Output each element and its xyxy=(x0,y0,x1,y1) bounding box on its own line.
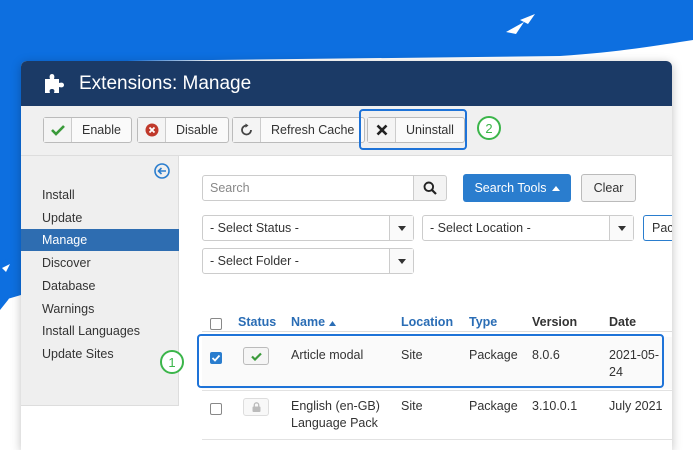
title-bar: Extensions: Manage xyxy=(21,61,672,106)
caret-down-icon xyxy=(609,216,633,240)
disable-label: Disable xyxy=(176,123,218,137)
column-header-status[interactable]: Status xyxy=(238,315,276,329)
type-filter-select[interactable]: Pac xyxy=(643,215,672,241)
sidebar-item-discover[interactable]: Discover xyxy=(21,252,179,274)
refresh-cache-button[interactable]: Refresh Cache xyxy=(232,117,366,143)
search-input[interactable]: Search xyxy=(202,175,414,201)
row-checkbox[interactable] xyxy=(210,403,222,415)
folder-filter-select[interactable]: - Select Folder - xyxy=(202,248,414,274)
toolbar: Enable Disable Refresh Cache Uninstall xyxy=(21,106,672,156)
sidebar-item-warnings[interactable]: Warnings xyxy=(21,298,179,320)
row-version: 3.10.0.1 xyxy=(532,399,578,413)
status-filter-value: - Select Status - xyxy=(210,221,299,235)
uninstall-highlight xyxy=(359,109,467,150)
column-header-version: Version xyxy=(532,315,578,329)
search-button[interactable] xyxy=(413,175,447,201)
row-location: Site xyxy=(401,399,423,413)
row-name[interactable]: English (en-GB) Language Pack xyxy=(291,398,380,432)
refresh-cache-label: Refresh Cache xyxy=(271,123,355,137)
column-header-type[interactable]: Type xyxy=(469,315,497,329)
column-header-date: Date xyxy=(609,315,637,329)
enable-label: Enable xyxy=(82,123,121,137)
extensions-window: Extensions: Manage Enable Disable Refres… xyxy=(21,61,672,450)
row-date: July 2021 xyxy=(609,399,663,413)
column-header-name[interactable]: Name xyxy=(291,315,336,329)
status-filter-select[interactable]: - Select Status - xyxy=(202,215,414,241)
table-header-divider xyxy=(202,331,672,332)
refresh-icon xyxy=(233,118,261,142)
check-icon xyxy=(44,118,72,142)
page-title: Extensions: Manage xyxy=(79,72,252,94)
search-tools-label: Search Tools xyxy=(474,181,547,195)
caret-down-icon xyxy=(389,216,413,240)
caret-down-icon xyxy=(389,249,413,273)
search-icon xyxy=(423,181,437,195)
caret-up-icon xyxy=(551,185,560,191)
search-tools-button[interactable]: Search Tools xyxy=(463,174,571,202)
sidebar-item-database[interactable]: Database xyxy=(21,275,179,297)
row-type: Package xyxy=(469,399,518,413)
sidebar-item-update[interactable]: Update xyxy=(21,207,179,229)
status-locked-button xyxy=(243,398,269,416)
sidebar-item-install-languages[interactable]: Install Languages xyxy=(21,320,179,342)
row-divider xyxy=(202,390,672,391)
disable-button[interactable]: Disable xyxy=(137,117,229,143)
sidebar-item-manage[interactable]: Manage xyxy=(21,229,179,251)
x-circle-icon xyxy=(138,118,166,142)
type-filter-value: Pac xyxy=(652,221,672,235)
folder-filter-value: - Select Folder - xyxy=(210,254,299,268)
enable-button[interactable]: Enable xyxy=(43,117,132,143)
step-2-marker: 2 xyxy=(477,116,501,140)
location-filter-value: - Select Location - xyxy=(430,221,531,235)
location-filter-select[interactable]: - Select Location - xyxy=(422,215,634,241)
row-divider xyxy=(202,439,672,440)
lock-icon xyxy=(252,402,260,412)
clear-button[interactable]: Clear xyxy=(581,174,636,202)
step-1-marker: 1 xyxy=(160,350,184,374)
sort-ascending-icon xyxy=(328,321,336,326)
sidebar-item-install[interactable]: Install xyxy=(21,184,179,206)
puzzle-icon xyxy=(45,73,64,93)
selected-row-highlight xyxy=(197,334,664,388)
sidebar-item-update-sites[interactable]: Update Sites xyxy=(21,343,179,365)
column-header-location[interactable]: Location xyxy=(401,315,453,329)
sidebar: Install Update Manage Discover Database … xyxy=(21,156,179,406)
arrow-left-circle-icon[interactable] xyxy=(154,163,170,179)
select-all-checkbox[interactable] xyxy=(210,318,222,330)
